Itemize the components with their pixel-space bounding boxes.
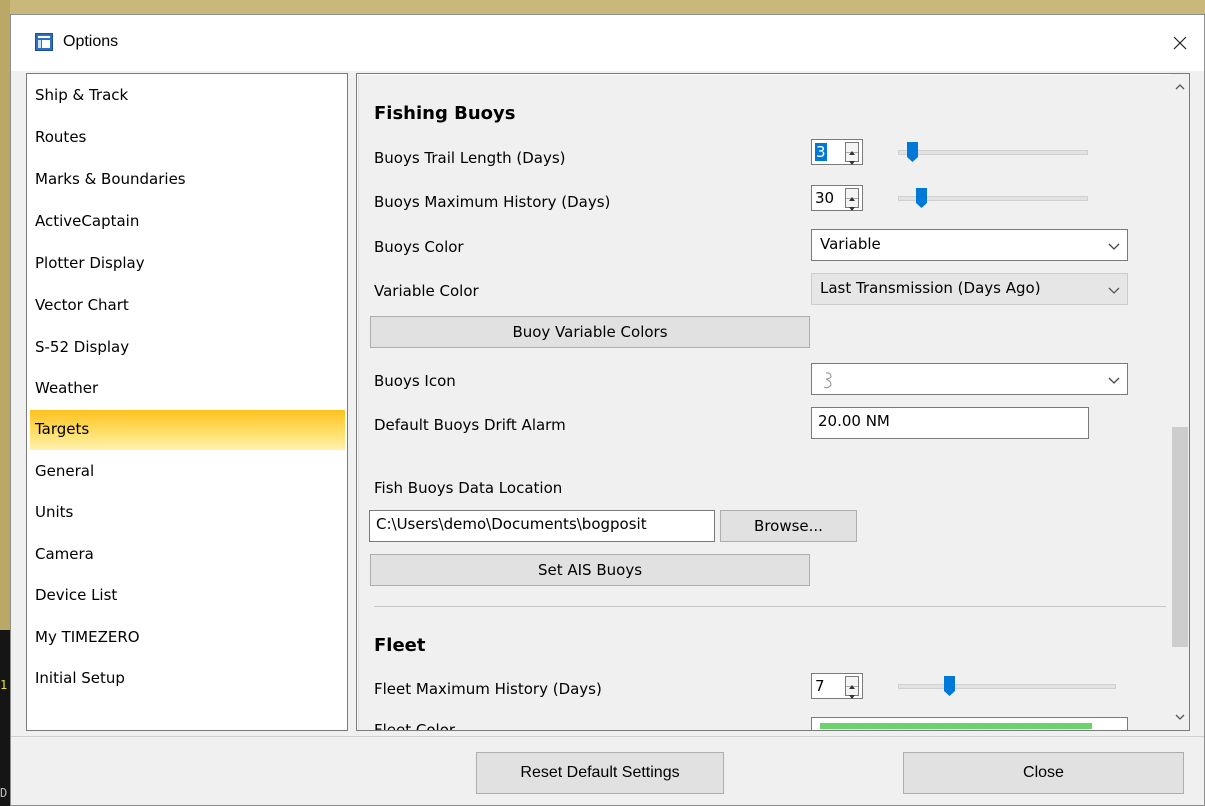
settings-panel: Fishing Buoys Buoys Trail Length (Days) … — [356, 73, 1190, 731]
sidebar-item-targets[interactable]: Targets — [30, 410, 345, 450]
slider-track — [898, 150, 1088, 155]
buoys-max-history-label: Buoys Maximum History (Days) — [374, 193, 611, 211]
chevron-down-icon — [1108, 243, 1120, 250]
chevron-down-icon — [1108, 287, 1120, 294]
slider-thumb[interactable] — [907, 142, 918, 162]
buoys-icon-dropdown[interactable] — [811, 363, 1128, 395]
spin-buttons[interactable] — [845, 676, 859, 699]
sidebar-item-routes[interactable]: Routes — [30, 118, 345, 158]
buoy-variable-colors-button[interactable]: Buoy Variable Colors — [370, 316, 810, 348]
buoys-max-history-value[interactable]: 30 — [815, 189, 834, 207]
variable-color-label: Variable Color — [374, 282, 479, 300]
set-ais-buoys-button[interactable]: Set AIS Buoys — [370, 554, 810, 586]
fleet-max-history-stepper[interactable]: 7 — [811, 673, 863, 699]
variable-color-dropdown[interactable]: Last Transmission (Days Ago) — [811, 273, 1128, 305]
sidebar-item-ship-track[interactable]: Ship & Track — [30, 76, 345, 116]
sidebar-item-vector-chart[interactable]: Vector Chart — [30, 286, 345, 326]
buoys-color-dropdown[interactable]: Variable — [811, 229, 1128, 261]
buoys-trail-length-value[interactable]: 3 — [815, 143, 827, 161]
sidebar-item-marks-boundaries[interactable]: Marks & Boundaries — [30, 160, 345, 200]
slider-thumb[interactable] — [916, 188, 927, 208]
options-app-icon — [35, 33, 53, 51]
section-divider — [374, 606, 1166, 607]
scroll-up-icon[interactable] — [1171, 78, 1189, 96]
options-window: Options Ship & Track Routes Marks & Boun… — [10, 14, 1205, 806]
sidebar-item-my-timezero[interactable]: My TIMEZERO — [30, 618, 345, 658]
sidebar-item-initial-setup[interactable]: Initial Setup — [30, 659, 345, 699]
buoys-trail-length-label: Buoys Trail Length (Days) — [374, 149, 566, 167]
slider-thumb[interactable] — [944, 676, 955, 696]
spin-buttons[interactable] — [845, 188, 859, 211]
sidebar-item-units[interactable]: Units — [30, 493, 345, 533]
chevron-down-icon — [1108, 377, 1120, 384]
drift-alarm-input[interactable]: 20.00 NM — [811, 407, 1089, 439]
fleet-max-history-value[interactable]: 7 — [815, 677, 825, 695]
sidebar-item-s52-display[interactable]: S-52 Display — [30, 328, 345, 368]
browse-button[interactable]: Browse... — [720, 510, 857, 542]
desktop-background: 1 D — [0, 0, 10, 806]
scrollbar-thumb[interactable] — [1172, 427, 1188, 647]
variable-color-value: Last Transmission (Days Ago) — [820, 279, 1041, 297]
scroll-down-icon[interactable] — [1171, 708, 1189, 726]
buoy-icon — [823, 372, 832, 389]
desktop-taskbar-strip — [0, 630, 10, 806]
fleet-color-swatch — [820, 723, 1092, 729]
settings-scroll-area: Fishing Buoys Buoys Trail Length (Days) … — [358, 75, 1171, 730]
spin-down-icon[interactable] — [846, 159, 858, 167]
fleet-color-dropdown[interactable] — [811, 717, 1128, 730]
sidebar-item-plotter-display[interactable]: Plotter Display — [30, 244, 345, 284]
desktop-glyph: D — [0, 786, 8, 800]
buoys-trail-length-slider[interactable] — [898, 140, 1088, 164]
sidebar-item-weather[interactable]: Weather — [30, 369, 345, 409]
sidebar-item-activecaptain[interactable]: ActiveCaptain — [30, 202, 345, 242]
close-button[interactable]: Close — [903, 752, 1184, 794]
buoys-icon-label: Buoys Icon — [374, 372, 456, 390]
spin-buttons[interactable] — [845, 142, 859, 165]
data-location-label: Fish Buoys Data Location — [374, 479, 563, 497]
sidebar-item-camera[interactable]: Camera — [30, 535, 345, 575]
desktop-glyph: 1 — [0, 678, 8, 692]
buoys-max-history-stepper[interactable]: 30 — [811, 185, 863, 211]
fishing-buoys-heading: Fishing Buoys — [374, 103, 516, 124]
buoys-color-label: Buoys Color — [374, 238, 464, 256]
sidebar-item-device-list[interactable]: Device List — [30, 576, 345, 616]
fleet-color-label: Fleet Color — [374, 721, 456, 730]
buoys-max-history-slider[interactable] — [898, 186, 1088, 210]
buoys-color-value: Variable — [820, 235, 881, 253]
close-icon[interactable] — [1156, 15, 1204, 71]
title-bar: Options — [11, 15, 1204, 71]
options-category-list: Ship & Track Routes Marks & Boundaries A… — [26, 73, 348, 731]
sidebar-item-general[interactable]: General — [30, 452, 345, 492]
settings-scrollbar[interactable] — [1171, 74, 1189, 730]
drift-alarm-label: Default Buoys Drift Alarm — [374, 416, 566, 434]
fleet-heading: Fleet — [374, 635, 426, 656]
slider-track — [898, 684, 1116, 689]
data-location-input[interactable]: C:\Users\demo\Documents\bogposit — [369, 510, 715, 542]
fleet-max-history-label: Fleet Maximum History (Days) — [374, 680, 602, 698]
window-title: Options — [63, 33, 119, 50]
buoys-trail-length-stepper[interactable]: 3 — [811, 139, 863, 165]
spin-down-icon[interactable] — [846, 693, 858, 701]
reset-default-settings-button[interactable]: Reset Default Settings — [476, 752, 724, 794]
fleet-max-history-slider[interactable] — [898, 674, 1116, 698]
footer-divider — [11, 736, 1204, 737]
spin-down-icon[interactable] — [846, 205, 858, 213]
panel-edge — [358, 75, 359, 730]
